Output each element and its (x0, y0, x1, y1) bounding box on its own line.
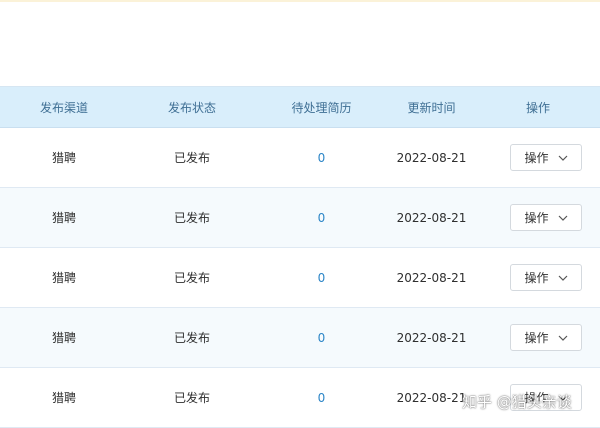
updated-time-cell: 2022-08-21 (396, 270, 467, 285)
table-row: 猎聘 已发布 0 2022-08-21 操作 (0, 128, 600, 188)
actions-cell: 操作 (476, 324, 600, 351)
updated-time-cell: 2022-08-21 (396, 210, 467, 225)
action-button-label: 操作 (524, 151, 549, 165)
table-row: 猎聘 已发布 0 2022-08-21 操作 (0, 188, 600, 248)
actions-cell: 操作 (476, 384, 600, 411)
updated-time-cell: 2022-08-21 (396, 390, 467, 405)
chevron-down-icon (558, 155, 567, 161)
table-row: 猎聘 已发布 0 2022-08-21 操作 (0, 368, 600, 428)
column-header-pending-resumes: 待处理简历 (291, 100, 352, 115)
status-cell: 已发布 (173, 271, 210, 285)
action-dropdown-button[interactable]: 操作 (510, 204, 582, 231)
updated-time-cell: 2022-08-21 (396, 330, 467, 345)
table-header: 发布渠道 发布状态 待处理简历 更新时间 操作 (0, 86, 600, 128)
action-button-label: 操作 (524, 331, 549, 345)
channel-cell: 猎聘 (51, 211, 76, 225)
column-header-channel: 发布渠道 (39, 100, 88, 115)
action-dropdown-button[interactable]: 操作 (510, 264, 582, 291)
channel-cell: 猎聘 (51, 151, 76, 165)
status-cell: 已发布 (173, 211, 210, 225)
pending-count-link[interactable]: 0 (256, 151, 387, 165)
column-header-updated-time: 更新时间 (407, 100, 456, 115)
action-button-label: 操作 (524, 211, 549, 225)
status-cell: 已发布 (173, 151, 210, 165)
action-dropdown-button[interactable]: 操作 (510, 144, 582, 171)
action-dropdown-button[interactable]: 操作 (510, 324, 582, 351)
actions-cell: 操作 (476, 144, 600, 171)
pending-count-link[interactable]: 0 (256, 271, 387, 285)
action-button-label: 操作 (524, 271, 549, 285)
channel-cell: 猎聘 (51, 391, 76, 405)
pending-count-link[interactable]: 0 (256, 331, 387, 345)
actions-cell: 操作 (476, 204, 600, 231)
status-cell: 已发布 (173, 331, 210, 345)
top-highlight-strip (0, 0, 600, 2)
chevron-down-icon (558, 335, 567, 341)
actions-cell: 操作 (476, 264, 600, 291)
status-cell: 已发布 (173, 391, 210, 405)
chevron-down-icon (558, 275, 567, 281)
column-header-actions: 操作 (525, 100, 550, 115)
updated-time-cell: 2022-08-21 (396, 150, 467, 165)
action-button-label: 操作 (524, 391, 549, 405)
pending-count-link[interactable]: 0 (256, 211, 387, 225)
channel-cell: 猎聘 (51, 271, 76, 285)
column-header-status: 发布状态 (167, 100, 216, 115)
action-dropdown-button[interactable]: 操作 (510, 384, 582, 411)
chevron-down-icon (558, 395, 567, 401)
pending-count-link[interactable]: 0 (256, 391, 387, 405)
chevron-down-icon (558, 215, 567, 221)
channel-cell: 猎聘 (51, 331, 76, 345)
publish-channel-table: 发布渠道 发布状态 待处理简历 更新时间 操作 猎聘 已发布 0 2022-08… (0, 86, 600, 428)
table-row: 猎聘 已发布 0 2022-08-21 操作 (0, 248, 600, 308)
table-row: 猎聘 已发布 0 2022-08-21 操作 (0, 308, 600, 368)
